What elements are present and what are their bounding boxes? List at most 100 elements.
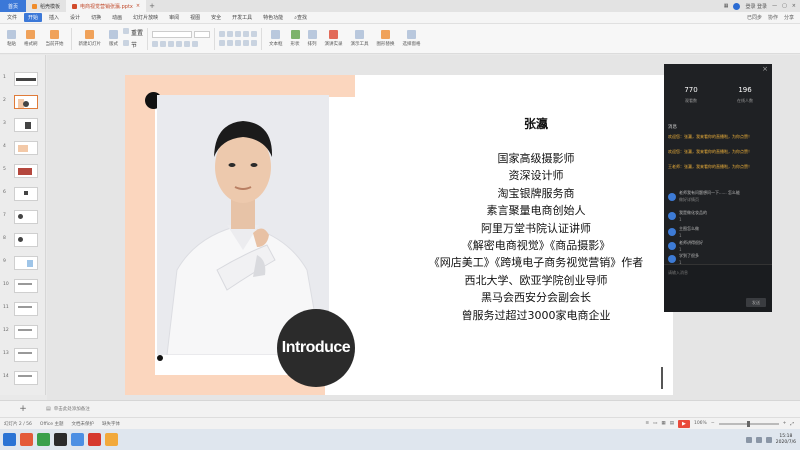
tab-home[interactable]: 首页 xyxy=(0,0,26,12)
replace-shape-button[interactable]: 图形替换 xyxy=(374,26,398,52)
close-tab-icon[interactable]: × xyxy=(136,3,140,9)
menu-animation[interactable]: 动画 xyxy=(108,13,126,22)
live-chat-panel[interactable]: × 770 观看数 196 在线人数 消息 欢迎您：张瀛，我来看你的直播啦，为你… xyxy=(664,64,772,312)
menu-transition[interactable]: 切换 xyxy=(87,13,105,22)
font-color-icon[interactable] xyxy=(192,40,199,47)
chat-app-icon[interactable] xyxy=(37,433,50,446)
zoom-level[interactable]: 106% xyxy=(694,421,707,426)
document-protect-status[interactable]: 文档未保护 xyxy=(71,421,94,427)
selection-pane-button[interactable]: 选择窗格 xyxy=(400,26,424,52)
reset-button[interactable]: 重置 xyxy=(123,28,143,37)
minimize-icon[interactable]: — xyxy=(772,3,777,9)
collab-button[interactable]: 协作 xyxy=(768,14,778,21)
slide-thumbnail-panel[interactable]: 1 2 3 4 5 6 7 8 9 10 11 12 13 14 xyxy=(0,55,46,395)
play-from-current-button[interactable]: 当前开始 xyxy=(43,26,67,52)
slide-thumbnail[interactable] xyxy=(14,210,38,224)
browser-icon[interactable] xyxy=(20,433,33,446)
slide-thumbnail[interactable] xyxy=(14,348,38,362)
current-slide[interactable]: Introduce 张瀛 国家高级摄影师 资深设计师 淘宝银牌服务商 素言聚量电… xyxy=(125,75,673,395)
section-button[interactable]: 节 xyxy=(123,40,143,49)
normal-view-icon[interactable]: ▭ xyxy=(653,421,657,426)
speech-record-button[interactable]: 演讲实录 xyxy=(322,26,346,52)
new-tab-button[interactable]: + xyxy=(146,2,158,10)
reading-view-icon[interactable]: ▤ xyxy=(670,421,674,426)
tab-template[interactable]: 稻壳模板 xyxy=(26,0,66,12)
menu-start[interactable]: 开始 xyxy=(24,13,43,22)
slide-thumbnail[interactable] xyxy=(14,141,38,155)
notes-placeholder[interactable]: 单击此处添加备注 xyxy=(54,406,90,412)
slide-thumbnail[interactable] xyxy=(14,256,38,270)
number-list-icon[interactable] xyxy=(227,31,234,37)
slide-thumbnail[interactable] xyxy=(14,233,38,247)
sync-button[interactable]: 已同步 xyxy=(747,14,762,21)
align-center-icon[interactable] xyxy=(227,40,234,46)
slide-thumbnail[interactable] xyxy=(14,72,38,86)
slide-thumbnail[interactable] xyxy=(14,325,38,339)
share-button[interactable]: 分享 xyxy=(784,14,794,21)
menu-file[interactable]: 文件 xyxy=(3,13,21,22)
line-spacing-icon[interactable] xyxy=(251,31,258,37)
zoom-out-icon[interactable]: − xyxy=(711,421,715,426)
bullet-list-icon[interactable] xyxy=(219,31,226,37)
italic-icon[interactable] xyxy=(160,40,167,47)
menu-insert[interactable]: 插入 xyxy=(45,13,63,22)
presenter-tools-button[interactable]: 演示工具 xyxy=(348,26,372,52)
app-icon[interactable] xyxy=(54,433,67,446)
menu-features[interactable]: 特色功能 xyxy=(259,13,287,22)
outdent-icon[interactable] xyxy=(243,31,250,37)
menu-slideshow[interactable]: 幻灯片放映 xyxy=(129,13,162,22)
zoom-slider[interactable] xyxy=(718,420,779,427)
login-label[interactable]: 登录 登录 xyxy=(745,3,767,10)
zoom-in-icon[interactable]: + xyxy=(783,421,787,426)
user-avatar[interactable] xyxy=(733,2,741,10)
zoom-slider-handle[interactable] xyxy=(746,420,750,427)
comment-icon[interactable]: ≡ xyxy=(645,421,649,426)
arrange-button[interactable]: 排列 xyxy=(305,26,320,52)
maximize-icon[interactable]: ▢ xyxy=(782,3,787,9)
notes-bar[interactable]: + ▤ 单击此处添加备注 xyxy=(0,400,800,417)
slide-thumbnail[interactable] xyxy=(14,302,38,316)
send-button[interactable]: 发送 xyxy=(746,298,766,307)
align-left-icon[interactable] xyxy=(219,40,226,46)
font-size-select[interactable] xyxy=(194,30,211,38)
menu-developer[interactable]: 开发工具 xyxy=(228,13,256,22)
strikethrough-icon[interactable] xyxy=(176,40,183,47)
chat-input-field[interactable]: 请输入消息 发送 xyxy=(664,264,772,312)
close-window-icon[interactable]: × xyxy=(792,3,796,9)
windows-start-icon[interactable] xyxy=(3,433,16,446)
add-slide-icon[interactable]: + xyxy=(0,404,46,414)
indent-icon[interactable] xyxy=(235,31,242,37)
bold-icon[interactable] xyxy=(152,40,159,47)
slide-thumbnail[interactable] xyxy=(14,279,38,293)
slideshow-play-button[interactable]: ▶ xyxy=(677,419,690,428)
shape-button[interactable]: 形状 xyxy=(288,26,303,52)
new-slide-button[interactable]: 新建幻灯片 xyxy=(76,26,105,52)
menu-review[interactable]: 审阅 xyxy=(165,13,183,22)
volume-icon[interactable] xyxy=(755,436,762,443)
sorter-view-icon[interactable]: ▦ xyxy=(661,421,665,426)
system-clock[interactable]: 15:18 2020/7/6 xyxy=(776,434,796,446)
slide-thumbnail[interactable] xyxy=(14,118,38,132)
folder-icon[interactable] xyxy=(105,433,118,446)
text-box-button[interactable]: 文本框 xyxy=(266,26,286,52)
slide-thumbnail[interactable] xyxy=(14,187,38,201)
wps-icon[interactable] xyxy=(88,433,101,446)
fit-window-icon[interactable]: ⤢ xyxy=(790,421,794,427)
slide-thumbnail[interactable] xyxy=(14,164,38,178)
grid-icon[interactable]: ▦ xyxy=(724,3,729,9)
menu-view[interactable]: 视图 xyxy=(186,13,204,22)
underline-icon[interactable] xyxy=(168,40,175,47)
explorer-icon[interactable] xyxy=(71,433,84,446)
missing-font-status[interactable]: 缺失字体 xyxy=(102,421,120,427)
menu-search[interactable]: ⌕ 查找 xyxy=(290,13,311,22)
input-method-icon[interactable] xyxy=(765,436,772,443)
speaker-bio[interactable]: 张瀛 国家高级摄影师 资深设计师 淘宝银牌服务商 素言聚量电商创始人 阿里万堂书… xyxy=(401,115,671,324)
layout-button[interactable]: 版式 xyxy=(106,26,121,52)
format-painter-button[interactable]: 格式刷 xyxy=(21,26,41,52)
shadow-icon[interactable] xyxy=(184,40,191,47)
tab-document[interactable]: 电商视觉营销张瀛.pptx × xyxy=(66,0,147,12)
menu-security[interactable]: 安全 xyxy=(207,13,225,22)
slide-thumbnail[interactable] xyxy=(14,371,38,385)
close-icon[interactable]: × xyxy=(762,65,768,73)
slide-thumbnail-selected[interactable] xyxy=(14,95,38,109)
